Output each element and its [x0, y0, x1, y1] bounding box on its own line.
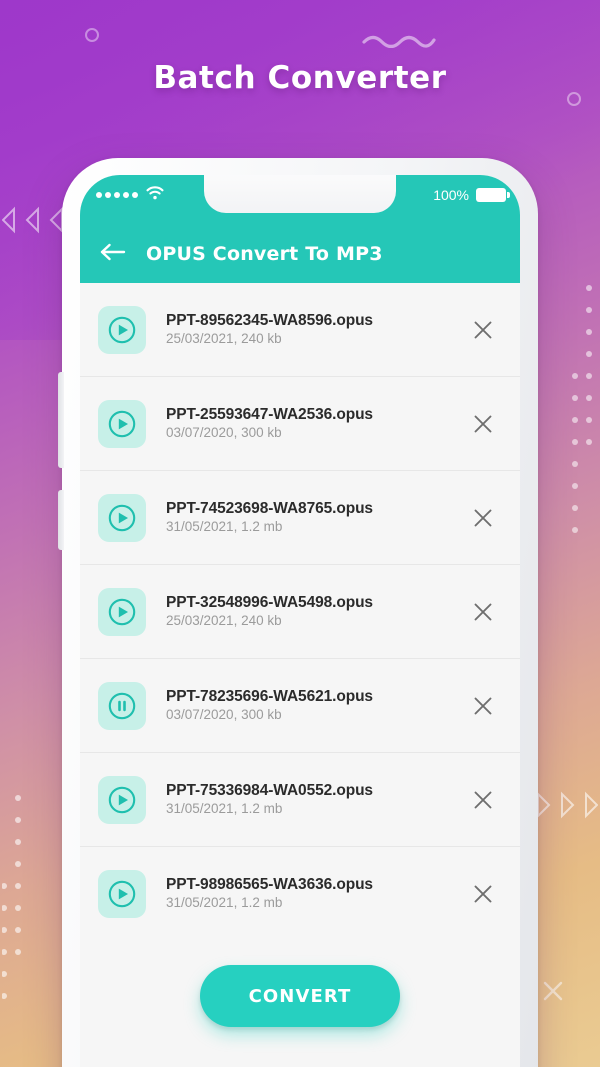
triangle-right-icon: [528, 790, 599, 820]
notch-corner-left: [182, 175, 204, 197]
promo-title: Batch Converter: [153, 60, 447, 96]
status-bar-left: [96, 175, 164, 215]
dot-grid-icon: [1, 790, 38, 1020]
wifi-icon: [146, 185, 164, 205]
file-name: PPT-75336984-WA0552.opus: [166, 781, 373, 799]
list-item[interactable]: PPT-25593647-WA2536.opus 03/07/2020, 300…: [80, 377, 520, 471]
phone-screen: 100% OPUS Convert To MP3 PPT-89562345-WA…: [80, 175, 520, 1067]
list-item[interactable]: PPT-74523698-WA8765.opus 31/05/2021, 1.2…: [80, 471, 520, 565]
play-circle-icon[interactable]: [98, 493, 146, 542]
battery-full-icon: [476, 188, 510, 202]
footer-bar: CONVERT: [80, 923, 520, 1067]
play-circle-icon[interactable]: [98, 775, 146, 824]
phone-mockup: 100% OPUS Convert To MP3 PPT-89562345-WA…: [58, 158, 538, 1067]
convert-button[interactable]: CONVERT: [200, 965, 400, 1027]
file-meta: 31/05/2021, 1.2 mb: [166, 800, 283, 816]
play-circle-icon[interactable]: [98, 587, 146, 636]
list-item[interactable]: PPT-78235696-WA5621.opus 03/07/2020, 300…: [80, 659, 520, 753]
pause-circle-icon[interactable]: [98, 681, 146, 730]
list-item[interactable]: PPT-75336984-WA0552.opus 31/05/2021, 1.2…: [80, 753, 520, 847]
arrow-left-icon[interactable]: [100, 243, 126, 266]
file-name: PPT-32548996-WA5498.opus: [166, 593, 373, 611]
volume-button[interactable]: [58, 372, 64, 468]
play-circle-icon[interactable]: [98, 399, 146, 448]
file-meta: 31/05/2021, 1.2 mb: [166, 518, 283, 534]
file-name: PPT-78235696-WA5621.opus: [166, 687, 373, 705]
phone-notch: [204, 175, 396, 213]
file-meta: 25/03/2021, 240 kb: [166, 612, 282, 628]
list-item[interactable]: PPT-32548996-WA5498.opus 25/03/2021, 240…: [80, 565, 520, 659]
app-bar: OPUS Convert To MP3: [80, 225, 520, 283]
dot-grid-icon: [570, 280, 594, 540]
signal-strength-icon: [96, 192, 138, 198]
file-meta: 03/07/2020, 300 kb: [166, 706, 282, 722]
file-name: PPT-89562345-WA8596.opus: [166, 311, 373, 329]
file-meta: 25/03/2021, 240 kb: [166, 330, 282, 346]
close-icon[interactable]: [468, 315, 498, 345]
close-icon[interactable]: [468, 691, 498, 721]
play-circle-icon[interactable]: [98, 869, 146, 918]
battery-percent-label: 100%: [433, 187, 469, 203]
power-button[interactable]: [58, 490, 64, 550]
file-name: PPT-74523698-WA8765.opus: [166, 499, 373, 517]
wave-line-icon: [362, 32, 436, 49]
status-bar-right: 100%: [433, 175, 510, 215]
close-icon[interactable]: [468, 503, 498, 533]
file-name: PPT-25593647-WA2536.opus: [166, 405, 373, 423]
file-meta: 31/05/2021, 1.2 mb: [166, 894, 283, 910]
close-icon[interactable]: [468, 409, 498, 439]
close-icon[interactable]: [468, 785, 498, 815]
promo-banner: Batch Converter 100% OPUS Convert To MP3…: [0, 0, 600, 1067]
status-bar: 100%: [80, 175, 520, 225]
close-icon[interactable]: [468, 879, 498, 909]
play-circle-icon[interactable]: [98, 305, 146, 354]
x-mark-icon: [542, 980, 564, 1002]
file-meta: 03/07/2020, 300 kb: [166, 424, 282, 440]
notch-corner-right: [396, 175, 418, 197]
page-title: OPUS Convert To MP3: [146, 243, 383, 265]
file-name: PPT-98986565-WA3636.opus: [166, 875, 373, 893]
close-icon[interactable]: [468, 597, 498, 627]
list-item[interactable]: PPT-98986565-WA3636.opus 31/05/2021, 1.2…: [80, 847, 520, 923]
file-list[interactable]: PPT-89562345-WA8596.opus 25/03/2021, 240…: [80, 283, 520, 923]
list-item[interactable]: PPT-89562345-WA8596.opus 25/03/2021, 240…: [80, 283, 520, 377]
circle-outline-icon: [85, 28, 99, 42]
